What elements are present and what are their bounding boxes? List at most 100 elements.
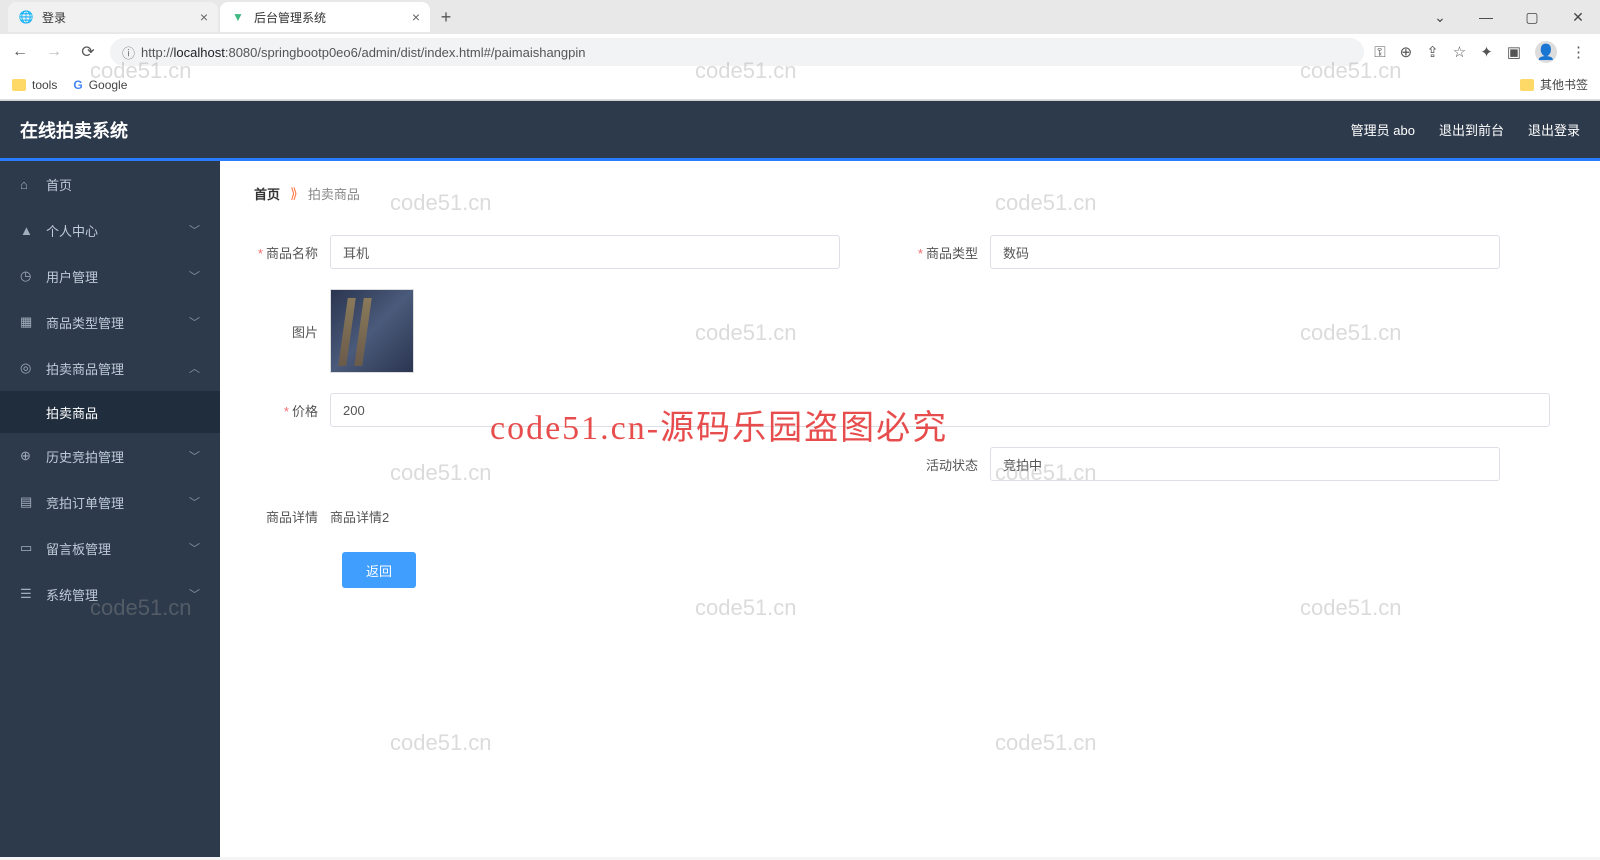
browser-tab[interactable]: ▼ 后台管理系统 × bbox=[220, 2, 430, 32]
sidebar-item-label: 竞拍订单管理 bbox=[46, 493, 124, 512]
chevron-down-icon: ﹀ bbox=[189, 314, 200, 330]
chevron-down-icon: ﹀ bbox=[189, 494, 200, 510]
chevron-down-icon: ﹀ bbox=[189, 222, 200, 238]
breadcrumb-separator-icon: ⟫ bbox=[290, 185, 298, 202]
sidebar-subitem-auction-goods[interactable]: 拍卖商品 bbox=[0, 391, 220, 433]
history-icon: ⊕ bbox=[20, 448, 36, 464]
field-label-detail: 商品详情 bbox=[250, 507, 330, 526]
sidebar-item-home[interactable]: ⌂ 首页 bbox=[0, 161, 220, 207]
grid-icon: ▦ bbox=[20, 314, 36, 330]
breadcrumb-current: 拍卖商品 bbox=[308, 184, 360, 203]
panel-icon[interactable]: ▣ bbox=[1507, 43, 1521, 61]
sidebar-item-label: 商品类型管理 bbox=[46, 313, 124, 332]
share-icon[interactable]: ⇪ bbox=[1426, 43, 1439, 61]
browser-tab[interactable]: 🌐 登录 × bbox=[8, 2, 218, 32]
sidebar: ⌂ 首页 ▲ 个人中心 ﹀ ◷ 用户管理 ﹀ ▦ 商品类型管理 ﹀ ◎ 拍卖商品… bbox=[0, 161, 220, 857]
reload-button[interactable]: ⟳ bbox=[76, 40, 100, 64]
target-icon: ◎ bbox=[20, 360, 36, 376]
product-detail-value: 商品详情2 bbox=[330, 501, 389, 532]
detail-form: *商品名称 *商品类型 图片 *价格 bbox=[220, 215, 1600, 628]
product-image-thumbnail[interactable] bbox=[330, 289, 414, 373]
sidebar-item-profile[interactable]: ▲ 个人中心 ﹀ bbox=[0, 207, 220, 253]
bookmarks-bar: tools GGoogle 其他书签 bbox=[0, 70, 1600, 100]
address-bar: ← → ⟳ ⓘ http://localhost:8080/springboot… bbox=[0, 34, 1600, 70]
breadcrumb-home[interactable]: 首页 bbox=[254, 184, 280, 203]
chevron-down-icon: ﹀ bbox=[189, 586, 200, 602]
clock-icon: ◷ bbox=[20, 268, 36, 284]
chevron-down-icon[interactable]: ⌄ bbox=[1426, 9, 1454, 26]
activity-status-input[interactable] bbox=[990, 447, 1500, 481]
star-icon[interactable]: ☆ bbox=[1453, 43, 1466, 61]
field-label-name: *商品名称 bbox=[250, 243, 330, 262]
tab-bar: 🌐 登录 × ▼ 后台管理系统 × + ⌄ — ▢ ✕ bbox=[0, 0, 1600, 34]
product-type-input[interactable] bbox=[990, 235, 1500, 269]
sidebar-item-label: 拍卖商品 bbox=[46, 403, 98, 422]
tab-title: 登录 bbox=[42, 9, 66, 26]
field-label-price: *价格 bbox=[250, 401, 330, 420]
folder-icon bbox=[12, 79, 26, 91]
product-name-input[interactable] bbox=[330, 235, 840, 269]
goto-front-link[interactable]: 退出到前台 bbox=[1439, 120, 1504, 139]
minimize-icon[interactable]: — bbox=[1472, 9, 1500, 25]
close-icon[interactable]: × bbox=[200, 9, 208, 25]
sidebar-item-orders[interactable]: ▤ 竞拍订单管理 ﹀ bbox=[0, 479, 220, 525]
sidebar-item-auction-goods[interactable]: ◎ 拍卖商品管理 ︿ bbox=[0, 345, 220, 391]
field-label-type: *商品类型 bbox=[910, 243, 990, 262]
chevron-down-icon: ﹀ bbox=[189, 540, 200, 556]
window-controls: ⌄ — ▢ ✕ bbox=[1426, 9, 1600, 26]
app-title: 在线拍卖系统 bbox=[20, 117, 128, 143]
profile-icon[interactable]: 👤 bbox=[1535, 41, 1557, 63]
logout-link[interactable]: 退出登录 bbox=[1528, 120, 1580, 139]
home-icon: ⌂ bbox=[20, 177, 36, 192]
user-icon: ▲ bbox=[20, 223, 36, 238]
chevron-up-icon: ︿ bbox=[189, 360, 200, 376]
chevron-down-icon: ﹀ bbox=[189, 268, 200, 284]
key-icon[interactable]: ⚿ bbox=[1374, 44, 1385, 61]
sidebar-item-users[interactable]: ◷ 用户管理 ﹀ bbox=[0, 253, 220, 299]
app-header: 在线拍卖系统 管理员 abo 退出到前台 退出登录 bbox=[0, 101, 1600, 161]
sidebar-item-label: 系统管理 bbox=[46, 585, 98, 604]
info-icon: ⓘ bbox=[122, 43, 135, 62]
menu-icon[interactable]: ⋮ bbox=[1571, 43, 1586, 61]
sidebar-item-label: 个人中心 bbox=[46, 221, 98, 240]
sidebar-item-categories[interactable]: ▦ 商品类型管理 ﹀ bbox=[0, 299, 220, 345]
globe-icon: 🌐 bbox=[18, 9, 34, 25]
extensions-icon[interactable]: ✦ bbox=[1480, 43, 1493, 61]
order-icon: ▤ bbox=[20, 494, 36, 510]
field-label-image: 图片 bbox=[250, 322, 330, 341]
sidebar-item-label: 首页 bbox=[46, 175, 72, 194]
tab-title: 后台管理系统 bbox=[254, 9, 326, 26]
admin-label[interactable]: 管理员 abo bbox=[1351, 120, 1415, 139]
vue-icon: ▼ bbox=[230, 9, 246, 25]
settings-icon: ☰ bbox=[20, 586, 36, 602]
sidebar-item-messages[interactable]: ▭ 留言板管理 ﹀ bbox=[0, 525, 220, 571]
close-icon[interactable]: × bbox=[412, 9, 420, 25]
bookmark-google[interactable]: GGoogle bbox=[73, 78, 127, 92]
bookmark-tools[interactable]: tools bbox=[12, 78, 57, 92]
sidebar-item-label: 留言板管理 bbox=[46, 539, 111, 558]
zoom-icon[interactable]: ⊕ bbox=[1400, 43, 1413, 61]
bookmark-other[interactable]: 其他书签 bbox=[1520, 76, 1588, 93]
folder-icon bbox=[1520, 79, 1534, 91]
back-button[interactable]: ← bbox=[8, 40, 32, 64]
google-icon: G bbox=[73, 78, 82, 92]
field-label-status: 活动状态 bbox=[910, 455, 990, 474]
sidebar-item-label: 用户管理 bbox=[46, 267, 98, 286]
url-input[interactable]: ⓘ http://localhost:8080/springbootp0eo6/… bbox=[110, 38, 1364, 66]
browser-chrome: 🌐 登录 × ▼ 后台管理系统 × + ⌄ — ▢ ✕ ← → ⟳ ⓘ http… bbox=[0, 0, 1600, 101]
sidebar-item-history[interactable]: ⊕ 历史竞拍管理 ﹀ bbox=[0, 433, 220, 479]
header-actions: 管理员 abo 退出到前台 退出登录 bbox=[1351, 120, 1580, 139]
sidebar-item-label: 历史竞拍管理 bbox=[46, 447, 124, 466]
app-container: ⌂ 首页 ▲ 个人中心 ﹀ ◷ 用户管理 ﹀ ▦ 商品类型管理 ﹀ ◎ 拍卖商品… bbox=[0, 161, 1600, 857]
breadcrumb: 首页 ⟫ 拍卖商品 bbox=[234, 171, 1586, 215]
chevron-down-icon: ﹀ bbox=[189, 448, 200, 464]
toolbar-icons: ⚿ ⊕ ⇪ ☆ ✦ ▣ 👤 ⋮ bbox=[1374, 41, 1592, 63]
forward-button[interactable]: → bbox=[42, 40, 66, 64]
main-content: 首页 ⟫ 拍卖商品 *商品名称 *商品类型 图片 bbox=[220, 161, 1600, 857]
price-input[interactable] bbox=[330, 393, 1550, 427]
back-button[interactable]: 返回 bbox=[342, 552, 416, 588]
sidebar-item-system[interactable]: ☰ 系统管理 ﹀ bbox=[0, 571, 220, 617]
close-window-icon[interactable]: ✕ bbox=[1564, 9, 1592, 26]
maximize-icon[interactable]: ▢ bbox=[1518, 9, 1546, 26]
new-tab-button[interactable]: + bbox=[432, 3, 460, 31]
